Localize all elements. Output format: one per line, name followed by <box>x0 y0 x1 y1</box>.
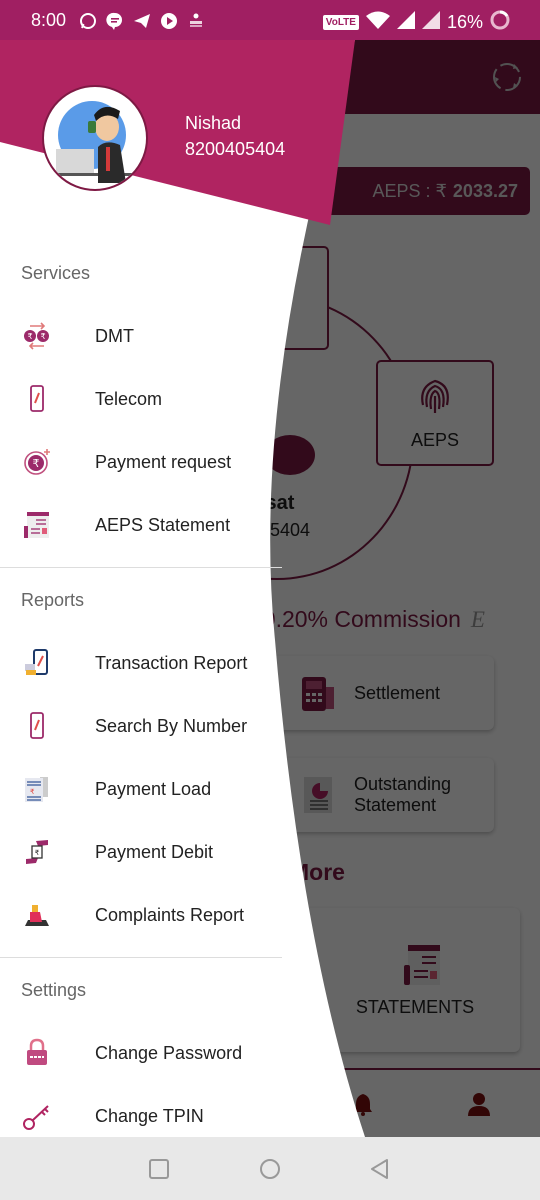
drawer-item-dmt[interactable]: ₹ ₹ DMT <box>0 308 280 364</box>
back-button[interactable] <box>369 1158 391 1180</box>
home-button[interactable] <box>259 1158 281 1180</box>
money-transfer-icon: ₹ ₹ <box>22 321 52 351</box>
drawer-item-label: Payment Debit <box>95 841 214 862</box>
drawer-item-transaction-report[interactable]: Transaction Report <box>0 635 280 691</box>
battery-icon <box>490 10 510 35</box>
signal-icon-2 <box>421 11 440 34</box>
drawer-item-search-by-number[interactable]: Search By Number <box>0 698 280 754</box>
signal-icon <box>396 11 415 34</box>
status-time: 8:00 <box>31 10 67 30</box>
whatsapp-icon <box>78 11 97 30</box>
drawer-item-label: Payment Load <box>95 778 212 799</box>
payment-debit-icon: ₹ <box>22 837 52 867</box>
battery-percent: 16% <box>446 12 483 32</box>
drawer-item-label: AEPS Statement <box>95 514 231 535</box>
user-name: Nishad <box>185 113 242 133</box>
user-phone: 8200405404 <box>185 139 286 159</box>
payment-request-icon: ₹ <box>22 447 52 477</box>
section-title-services: Services <box>21 263 91 283</box>
payment-load-icon: ₹ <box>22 774 52 804</box>
drawer-item-aeps-statement[interactable]: AEPS Statement <box>0 497 280 553</box>
drawer-item-change-password[interactable]: Change Password <box>0 1025 280 1081</box>
user-avatar[interactable] <box>42 85 148 191</box>
svg-text:₹: ₹ <box>33 457 40 470</box>
drawer-item-label: Payment request <box>95 451 232 472</box>
recents-button[interactable] <box>148 1158 170 1180</box>
complaints-icon <box>22 900 52 930</box>
svg-text:₹: ₹ <box>30 788 35 796</box>
svg-text:₹: ₹ <box>35 849 40 857</box>
drawer-item-complaints-report[interactable]: Complaints Report <box>0 887 280 943</box>
search-number-icon <box>22 711 52 741</box>
section-title-reports: Reports <box>21 590 85 610</box>
transaction-report-icon <box>22 648 52 678</box>
drawer-item-telecom[interactable]: Telecom <box>0 371 280 427</box>
drawer-item-payment-load[interactable]: ₹ Payment Load <box>0 761 280 817</box>
svg-text:₹: ₹ <box>40 332 45 341</box>
mobile-recharge-icon <box>22 384 52 414</box>
section-divider <box>0 957 282 958</box>
status-bar: 8:00 VoLTE 16% <box>0 0 540 40</box>
telegram-icon <box>132 11 151 30</box>
section-title-settings: Settings <box>21 980 87 1000</box>
drawer-item-label: Telecom <box>95 388 163 409</box>
lock-icon <box>22 1038 52 1068</box>
wifi-icon <box>365 11 390 34</box>
section-divider <box>0 567 282 568</box>
drawer-item-change-tpin[interactable]: Change TPIN <box>0 1088 280 1144</box>
statement-icon <box>22 510 52 540</box>
drawer-item-label: Complaints Report <box>95 904 245 925</box>
volte-badge: VoLTE <box>322 15 359 30</box>
drawer-item-label: Change TPIN <box>95 1105 204 1126</box>
drawer-item-payment-request[interactable]: ₹ Payment request <box>0 434 280 490</box>
app-notification-icon <box>186 11 205 30</box>
drawer-item-label: Change Password <box>95 1042 243 1063</box>
drawer-item-label: Transaction Report <box>95 652 248 673</box>
drawer-item-payment-debit[interactable]: ₹ Payment Debit <box>0 824 280 880</box>
drawer-item-label: DMT <box>95 325 134 346</box>
drawer-item-label: Search By Number <box>95 715 248 736</box>
play-icon <box>159 11 178 30</box>
message-icon <box>105 11 124 30</box>
system-navigation-bar <box>0 1137 540 1200</box>
svg-text:₹: ₹ <box>27 332 32 341</box>
key-icon <box>22 1101 52 1131</box>
